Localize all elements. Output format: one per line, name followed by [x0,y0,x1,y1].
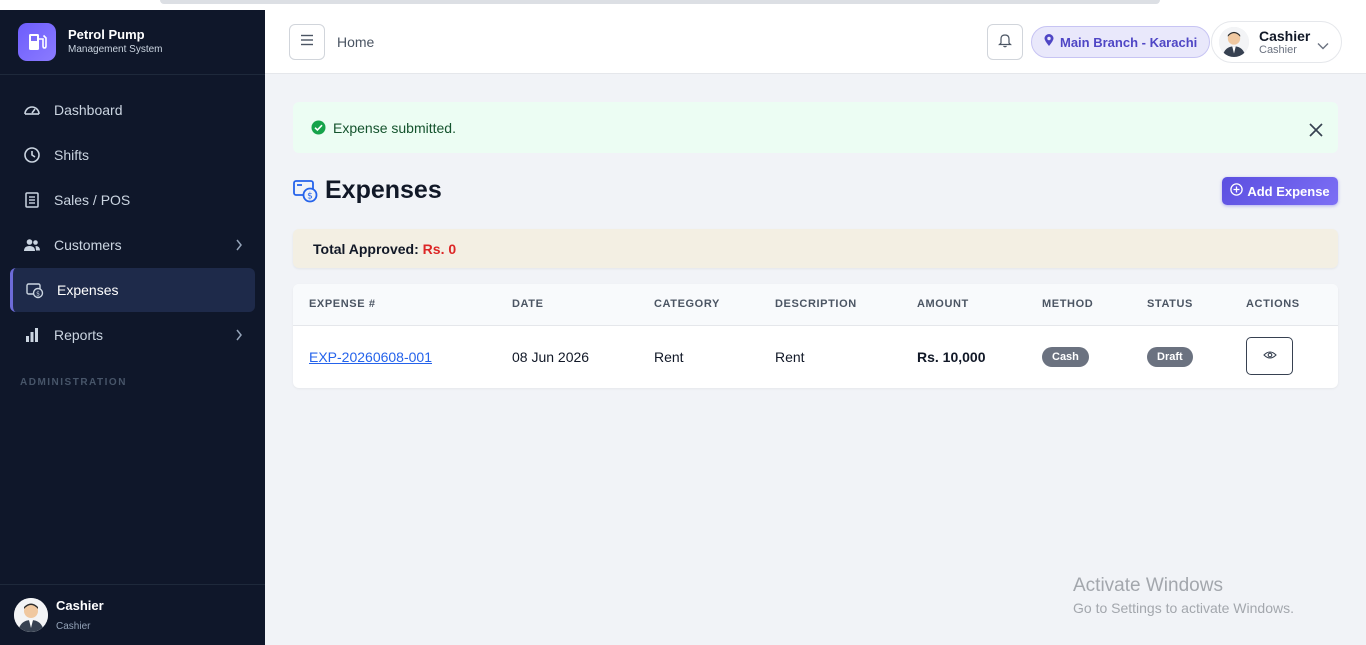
branch-selector[interactable]: Main Branch - Karachi [1031,26,1211,58]
user-menu[interactable]: Cashier Cashier [1211,21,1342,63]
close-icon[interactable] [1308,122,1324,143]
page-title: Expenses [325,176,442,204]
expense-date: 08 Jun 2026 [512,349,590,365]
expenses-icon: $ [26,281,44,299]
sidebar-item-dashboard[interactable]: Dashboard [10,88,255,132]
fuel-pump-icon [18,23,56,61]
expense-number-link[interactable]: EXP-20260608-001 [309,349,432,365]
add-expense-button[interactable]: Add Expense [1222,177,1338,205]
column-header[interactable]: CATEGORY [654,298,720,310]
column-header[interactable]: STATUS [1147,298,1193,310]
success-alert: Expense submitted. [293,102,1338,153]
view-button[interactable] [1246,337,1293,375]
total-value: Rs. 0 [422,241,457,257]
svg-text:$: $ [36,290,40,297]
total-label: Total Approved: [313,241,419,257]
method-badge: Cash [1042,347,1089,367]
breadcrumb[interactable]: Home [337,34,374,50]
column-header[interactable]: EXPENSE # [309,298,376,310]
sidebar-item-sales-pos[interactable]: Sales / POS [10,178,255,222]
expense-amount: Rs. 10,000 [917,349,986,365]
column-header[interactable]: DESCRIPTION [775,298,857,310]
svg-text:$: $ [307,192,313,202]
sidebar-item-label: Dashboard [54,102,123,118]
sidebar-item-reports[interactable]: Reports [10,313,255,357]
menu-toggle-button[interactable] [289,24,325,60]
sidebar-item-expenses[interactable]: $ Expenses [10,268,255,312]
sidebar-nav: Dashboard Shifts Sales / POS Customers $… [0,75,265,388]
total-approved-card: Total Approved: Rs. 0 [293,229,1338,268]
avatar [14,598,48,632]
sidebar-item-label: Sales / POS [54,192,131,208]
map-pin-icon [1044,34,1054,50]
users-icon [23,236,41,254]
sidebar: Petrol Pump Management System Dashboard … [0,10,265,645]
header-user-role: Cashier [1259,43,1297,56]
sidebar-user[interactable]: Cashier Cashier [0,584,265,645]
chevron-right-icon [235,238,243,254]
sidebar-item-customers[interactable]: Customers [10,223,255,267]
hamburger-icon [300,33,314,51]
expense-description: Rent [775,349,805,365]
sidebar-user-role: Cashier [56,621,91,632]
column-header[interactable]: METHOD [1042,298,1093,310]
section-label-administration: ADMINISTRATION [20,377,127,388]
brand-subtitle: Management System [68,44,163,55]
sidebar-item-label: Expenses [57,282,119,298]
browser-top-strip [0,0,1366,10]
avatar [1219,27,1249,57]
receipt-icon [23,191,41,209]
notifications-button[interactable] [987,24,1023,60]
bell-icon [998,32,1012,53]
expenses-table: EXPENSE # DATE CATEGORY DESCRIPTION AMOU… [293,284,1338,388]
total-approved: Total Approved: Rs. 0 [313,241,456,257]
check-circle-icon [311,120,326,140]
expense-category: Rent [654,349,684,365]
header-user-name: Cashier [1259,27,1311,44]
column-header[interactable]: ACTIONS [1246,298,1300,310]
column-header[interactable]: AMOUNT [917,298,969,310]
sidebar-item-label: Shifts [54,147,90,163]
status-badge: Draft [1147,347,1193,367]
brand-title: Petrol Pump [68,27,145,42]
alert-message: Expense submitted. [333,120,456,136]
sidebar-item-label: Customers [54,237,122,253]
plus-circle-icon [1230,183,1244,199]
table-header: EXPENSE # DATE CATEGORY DESCRIPTION AMOU… [293,284,1338,326]
sidebar-item-shifts[interactable]: Shifts [10,133,255,177]
eye-icon [1262,347,1277,365]
chevron-down-icon [1317,37,1329,55]
browser-scrollbar [160,0,1160,4]
watermark-line-1: Activate Windows [1073,575,1223,596]
column-header[interactable]: DATE [512,298,544,310]
watermark-line-2: Go to Settings to activate Windows. [1073,600,1294,616]
clock-icon [23,146,41,164]
bar-chart-icon [23,326,41,344]
dashboard-icon [23,101,41,119]
add-expense-label: Add Expense [1247,183,1330,199]
activate-windows-watermark: Activate Windows Go to Settings to activ… [1073,575,1294,616]
brand[interactable]: Petrol Pump Management System [0,10,265,75]
expenses-icon: $ [293,178,319,209]
page-header: $ Expenses Add Expense [293,176,1338,208]
sidebar-user-name: Cashier [56,598,104,613]
branch-name: Main Branch - Karachi [1060,34,1198,50]
sidebar-item-label: Reports [54,327,104,343]
top-header: Home Main Branch - Karachi Cashier Cashi… [265,10,1366,74]
chevron-right-icon [235,328,243,344]
